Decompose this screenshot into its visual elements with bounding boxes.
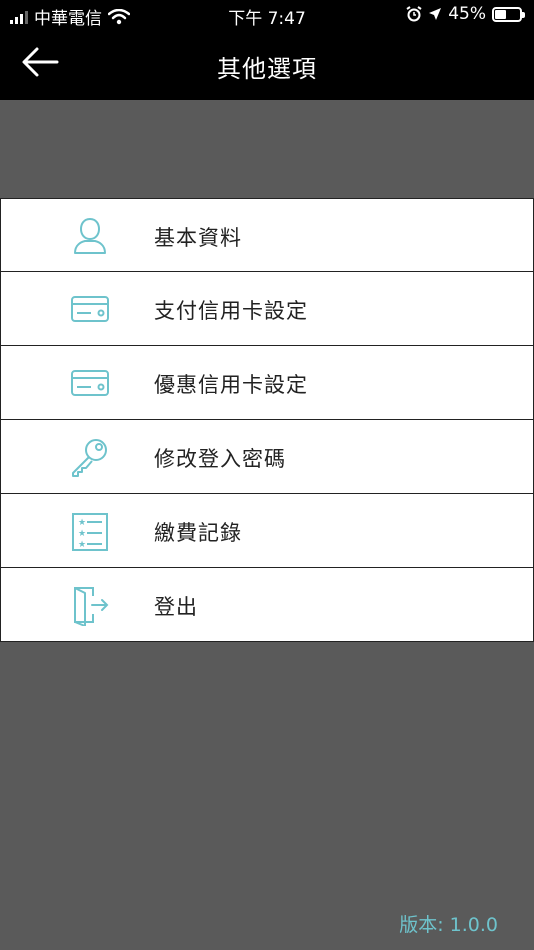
menu-item-profile[interactable]: 基本資料 [0,198,534,272]
menu-item-label: 基本資料 [154,226,242,250]
page-title: 其他選項 [217,55,317,83]
credit-card-icon [71,370,109,396]
options-menu: 基本資料 支付信用卡設定 優惠信用卡設定 修改登入密碼 ★ ★ ★ 繳費記錄 登… [0,198,534,642]
list-icon: ★ ★ ★ [72,513,108,551]
status-right: 45% [406,4,525,24]
key-icon [72,439,107,477]
menu-item-payment-records[interactable]: ★ ★ ★ 繳費記錄 [0,494,534,568]
user-icon [74,217,106,254]
menu-item-logout[interactable]: 登出 [0,568,534,642]
location-arrow-icon [429,8,442,20]
logout-icon [74,587,109,626]
credit-card-icon [71,296,109,322]
menu-item-payment-card[interactable]: 支付信用卡設定 [0,272,534,346]
menu-item-label: 登出 [154,595,198,619]
battery-percent: 45% [448,4,486,24]
alarm-icon [406,6,422,22]
menu-item-promo-card[interactable]: 優惠信用卡設定 [0,346,534,420]
status-bar: 中華電信 下午 7:47 45% [0,0,534,30]
version-label: 版本: 1.0.0 [399,914,498,936]
svg-text:★: ★ [78,540,86,550]
menu-item-label: 優惠信用卡設定 [154,373,308,397]
battery-icon [492,6,525,22]
menu-item-label: 修改登入密碼 [154,447,286,471]
menu-item-change-password[interactable]: 修改登入密碼 [0,420,534,494]
menu-item-label: 支付信用卡設定 [154,299,308,323]
svg-text:★: ★ [78,529,86,539]
battery-fill [495,9,506,19]
nav-bar: 其他選項 [0,30,534,100]
svg-text:★: ★ [78,518,86,528]
menu-item-label: 繳費記錄 [154,521,242,545]
